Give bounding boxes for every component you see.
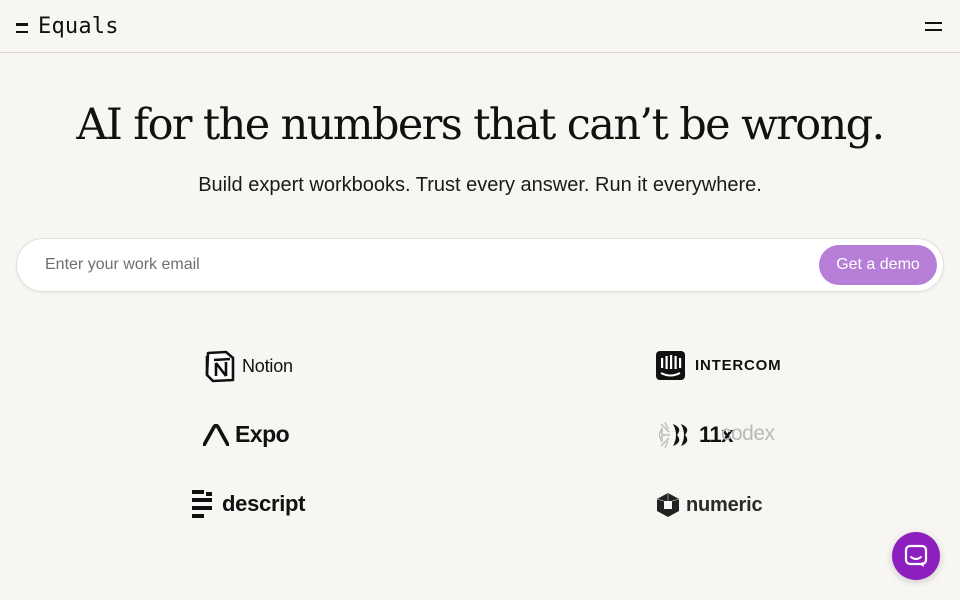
intercom-logo: INTERCOM [656,351,781,380]
descript-icon [192,490,212,518]
brand-logo-link[interactable]: Equals [16,14,119,39]
numeric-icon [656,493,680,517]
chat-launcher-button[interactable] [892,532,940,580]
notion-wordmark: Notion [242,356,293,376]
expo-wordmark: Expo [235,421,290,447]
get-a-demo-button[interactable]: Get a demo [819,245,937,285]
demo-signup-form: Get a demo [16,238,944,292]
expo-icon [203,423,229,446]
chat-bubble-icon [904,544,928,567]
numeric-logo: numeric [656,492,763,518]
11x-logo: 11x codex [659,420,775,450]
descript-logo: descript [192,490,305,518]
intercom-icon [656,351,685,380]
hero-headline: AI for the numbers that can’t be wrong. [76,100,885,150]
work-email-input[interactable] [45,256,819,274]
descript-wordmark: descript [222,491,306,516]
equals-logo-icon [16,23,28,33]
notion-icon [205,350,235,383]
intercom-wordmark: INTERCOM [695,357,782,374]
hero-subheadline: Build expert workbooks. Trust every answ… [198,174,762,196]
notion-logo: Notion [204,350,293,383]
numeric-wordmark: numeric [686,493,763,516]
top-navigation-bar: Equals [0,0,960,53]
codex-faded-wordmark: codex [721,422,775,445]
hamburger-menu-icon[interactable] [925,20,942,32]
11x-icon [659,421,688,449]
brand-name: Equals [38,13,119,39]
expo-logo: Expo [203,421,290,448]
